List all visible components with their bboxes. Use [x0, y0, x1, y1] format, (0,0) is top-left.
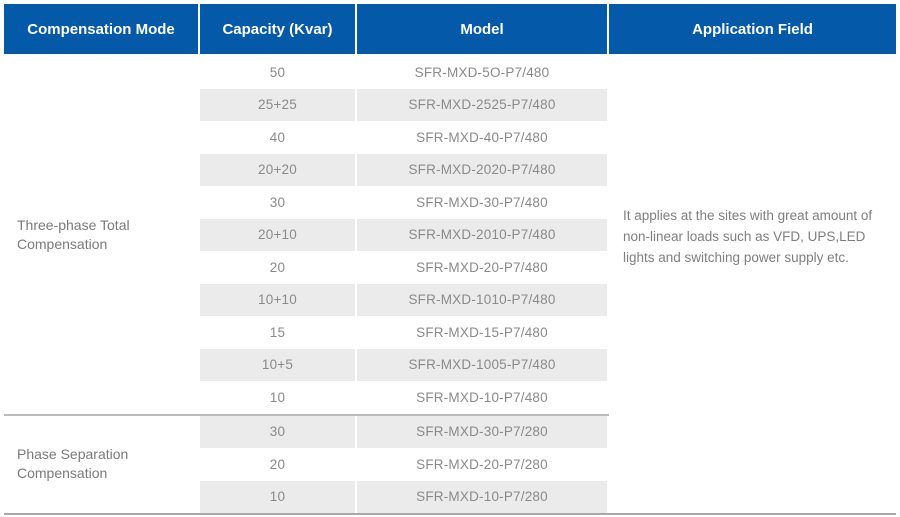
- capacity-cell: 20: [269, 259, 286, 275]
- capacity-cell: 10: [269, 389, 286, 405]
- model-cell: SFR-MXD-10-P7/480: [416, 389, 548, 405]
- table-row: 10+5 SFR-MXD-1005-P7/480: [200, 348, 609, 381]
- capacity-cell: 10: [200, 480, 355, 513]
- table-row: 20 SFR-MXD-20-P7/480: [200, 251, 609, 284]
- capacity-cell: 40: [269, 129, 286, 145]
- model-cell: SFR-MXD-5O-P7/480: [414, 64, 550, 80]
- product-table: Compensation Mode Capacity (Kvar) Model …: [4, 4, 896, 515]
- header-compensation-mode: Compensation Mode: [4, 4, 200, 54]
- section-phase-separation: Phase Separation Compensation 30 SFR-MXD-…: [4, 415, 896, 513]
- section-rows: 50 SFR-MXD-5O-P7/480 25+25 SFR-MXD-2525-P7/…: [200, 56, 609, 414]
- model-cell: SFR-MXD-2525-P7/480: [357, 88, 607, 121]
- table-row: 20+20 SFR-MXD-2020-P7/480: [200, 153, 609, 186]
- table-row: 20 SFR-MXD-20-P7/280: [200, 448, 609, 481]
- table-row: 10+10 SFR-MXD-1010-P7/480: [200, 283, 609, 316]
- table-row: 30 SFR-MXD-30-P7/280: [200, 415, 609, 448]
- model-cell: SFR-MXD-2020-P7/480: [357, 153, 607, 186]
- capacity-cell: 20+20: [200, 153, 355, 186]
- table-row: 25+25 SFR-MXD-2525-P7/480: [200, 88, 609, 121]
- model-cell: SFR-MXD-40-P7/480: [416, 129, 548, 145]
- capacity-cell: 20+10: [200, 218, 355, 251]
- application-field-cell: It applies at the sites with great amoun…: [623, 208, 873, 265]
- model-cell: SFR-MXD-30-P7/480: [416, 194, 548, 210]
- table-row: 30 SFR-MXD-30-P7/480: [200, 186, 609, 219]
- model-cell: SFR-MXD-30-P7/280: [357, 415, 607, 448]
- header-application-field: Application Field: [609, 4, 896, 54]
- capacity-cell: 10+5: [200, 348, 355, 381]
- capacity-cell: 20: [269, 456, 286, 472]
- capacity-cell: 25+25: [200, 88, 355, 121]
- table-row: 15 SFR-MXD-15-P7/480: [200, 316, 609, 349]
- table-bottom-border: [4, 513, 896, 515]
- table-row: 10 SFR-MXD-10-P7/280: [200, 480, 609, 513]
- model-cell: SFR-MXD-2010-P7/480: [357, 218, 607, 251]
- compensation-mode-cell: Three-phase Total Compensation: [17, 216, 130, 252]
- model-cell: SFR-MXD-20-P7/480: [416, 259, 548, 275]
- header-capacity: Capacity (Kvar): [200, 4, 357, 54]
- table-row: 10 SFR-MXD-10-P7/480: [200, 381, 609, 414]
- capacity-cell: 15: [269, 324, 286, 340]
- capacity-cell: 30: [269, 194, 286, 210]
- table-row: 50 SFR-MXD-5O-P7/480: [200, 56, 609, 89]
- model-cell: SFR-MXD-15-P7/480: [416, 324, 548, 340]
- section-rows: 30 SFR-MXD-30-P7/280 20 SFR-MXD-20-P7/280 10…: [200, 415, 609, 513]
- table-row: 40 SFR-MXD-40-P7/480: [200, 121, 609, 154]
- model-cell: SFR-MXD-1005-P7/480: [357, 348, 607, 381]
- capacity-cell: 50: [269, 64, 286, 80]
- table-row: 20+10 SFR-MXD-2010-P7/480: [200, 218, 609, 251]
- table-body: Three-phase Total Compensation 50 SFR-MXD…: [4, 56, 896, 515]
- compensation-mode-cell: Phase Separation Compensation: [17, 446, 129, 482]
- model-cell: SFR-MXD-20-P7/280: [416, 456, 548, 472]
- model-cell: SFR-MXD-10-P7/280: [357, 480, 607, 513]
- table-header: Compensation Mode Capacity (Kvar) Model …: [4, 4, 896, 54]
- header-model: Model: [357, 4, 609, 54]
- capacity-cell: 30: [200, 415, 355, 448]
- capacity-cell: 10+10: [200, 283, 355, 316]
- model-cell: SFR-MXD-1010-P7/480: [357, 283, 607, 316]
